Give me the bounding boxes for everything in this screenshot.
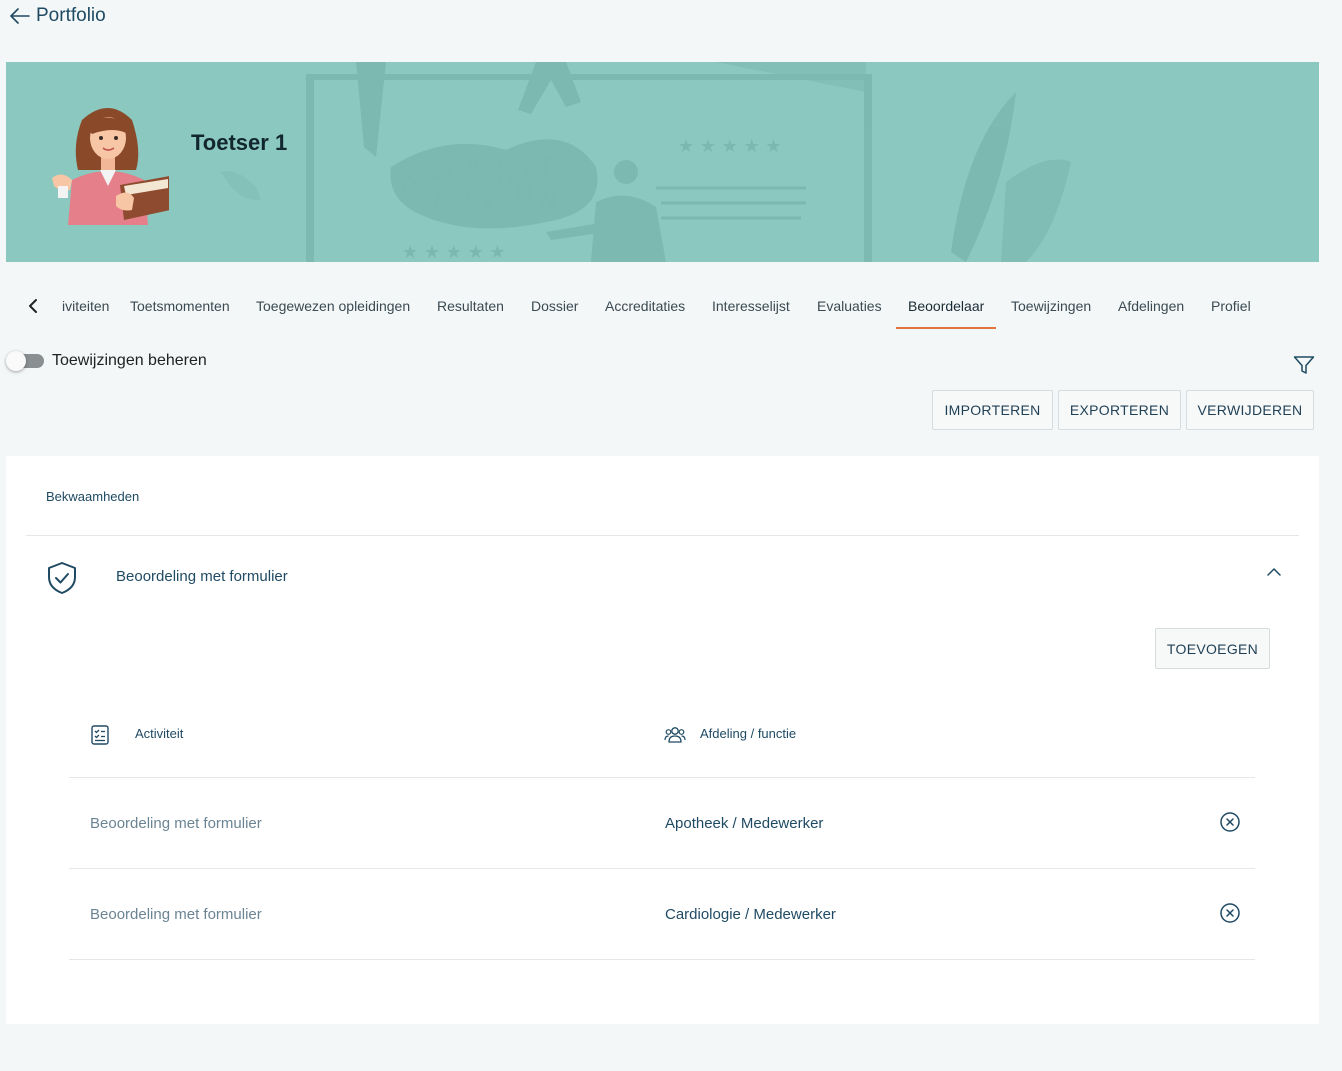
- checklist-icon: [91, 725, 109, 745]
- svg-text:W: W: [536, 187, 557, 212]
- svg-text:e: e: [522, 157, 534, 182]
- svg-text:H: H: [516, 180, 532, 205]
- tab-beoordelaar[interactable]: Beoordelaar: [908, 298, 984, 314]
- svg-text:W: W: [431, 160, 452, 185]
- profile-banner: QWV CeF RTY OHW ★ ★ ★ ★ ★ ★ ★ ★ ★ ★ Toet…: [6, 62, 1319, 262]
- import-button[interactable]: IMPORTEREN: [932, 390, 1053, 430]
- manage-assignments-label: Toewijzingen beheren: [52, 352, 207, 369]
- banner-illustration: QWV CeF RTY OHW ★ ★ ★ ★ ★ ★ ★ ★ ★ ★: [221, 62, 1071, 262]
- profile-tabs: iviteiten Toetsmomenten Toegewezen oplei…: [0, 286, 1342, 330]
- profile-name: Toetser 1: [191, 130, 288, 155]
- tab-interesselijst[interactable]: Interesselijst: [712, 298, 790, 314]
- row-department: Cardiologie / Medewerker: [665, 906, 836, 923]
- tab-activiteiten[interactable]: iviteiten: [62, 298, 109, 314]
- back-link[interactable]: Portfolio: [10, 5, 106, 27]
- group-title[interactable]: Beoordeling met formulier: [116, 568, 288, 585]
- column-header-activity: Activiteit: [135, 726, 184, 741]
- tab-toegewezen-opleidingen[interactable]: Toegewezen opleidingen: [256, 298, 410, 314]
- tab-dossier[interactable]: Dossier: [531, 298, 578, 314]
- svg-text:Y: Y: [481, 192, 496, 217]
- tab-accreditaties[interactable]: Accreditaties: [605, 298, 685, 314]
- row-department: Apotheek / Medewerker: [665, 815, 824, 832]
- svg-text:★ ★ ★ ★ ★: ★ ★ ★ ★ ★: [402, 242, 506, 262]
- svg-text:T: T: [461, 182, 475, 207]
- tab-evaluaties[interactable]: Evaluaties: [817, 298, 882, 314]
- row-divider: [69, 868, 1255, 869]
- avatar-illustration: [52, 108, 169, 225]
- svg-text:V: V: [466, 152, 481, 177]
- row-activity: Beoordeling met formulier: [90, 906, 262, 923]
- tab-afdelingen[interactable]: Afdelingen: [1118, 298, 1184, 314]
- section-label: Bekwaamheden: [46, 489, 140, 504]
- svg-text:O: O: [496, 170, 513, 195]
- chevron-up-icon[interactable]: [1265, 566, 1283, 578]
- export-button[interactable]: EXPORTEREN: [1058, 390, 1181, 430]
- competencies-card: Bekwaamheden Beoordeling met formulier T…: [6, 456, 1319, 1024]
- manage-assignments-toggle[interactable]: [6, 351, 44, 371]
- tab-resultaten[interactable]: Resultaten: [437, 298, 504, 314]
- remove-circle-icon[interactable]: [1219, 902, 1241, 924]
- add-button[interactable]: TOEVOEGEN: [1155, 628, 1270, 669]
- users-icon: [664, 727, 686, 743]
- remove-circle-icon[interactable]: [1219, 811, 1241, 833]
- svg-text:★ ★ ★ ★ ★: ★ ★ ★ ★ ★: [678, 136, 782, 157]
- column-header-department: Afdeling / functie: [700, 726, 797, 741]
- arrow-left-icon: [10, 8, 30, 24]
- delete-button[interactable]: VERWIJDEREN: [1186, 390, 1314, 430]
- svg-text:R: R: [434, 187, 450, 212]
- table-header-divider: [69, 777, 1255, 778]
- row-divider: [69, 959, 1255, 960]
- shield-check-icon: [48, 562, 76, 594]
- svg-text:F: F: [542, 154, 555, 179]
- tab-profiel[interactable]: Profiel: [1211, 298, 1251, 314]
- tab-toetsmomenten[interactable]: Toetsmomenten: [130, 298, 230, 314]
- row-activity: Beoordeling met formulier: [90, 815, 262, 832]
- back-link-label: Portfolio: [36, 5, 106, 26]
- section-divider: [26, 535, 1299, 536]
- toggle-knob: [6, 351, 26, 371]
- filter-icon[interactable]: [1293, 355, 1315, 375]
- tab-toewijzingen[interactable]: Toewijzingen: [1011, 298, 1091, 314]
- chevron-left-icon[interactable]: [26, 296, 42, 316]
- svg-text:Q: Q: [401, 172, 418, 197]
- active-tab-indicator: [896, 327, 996, 329]
